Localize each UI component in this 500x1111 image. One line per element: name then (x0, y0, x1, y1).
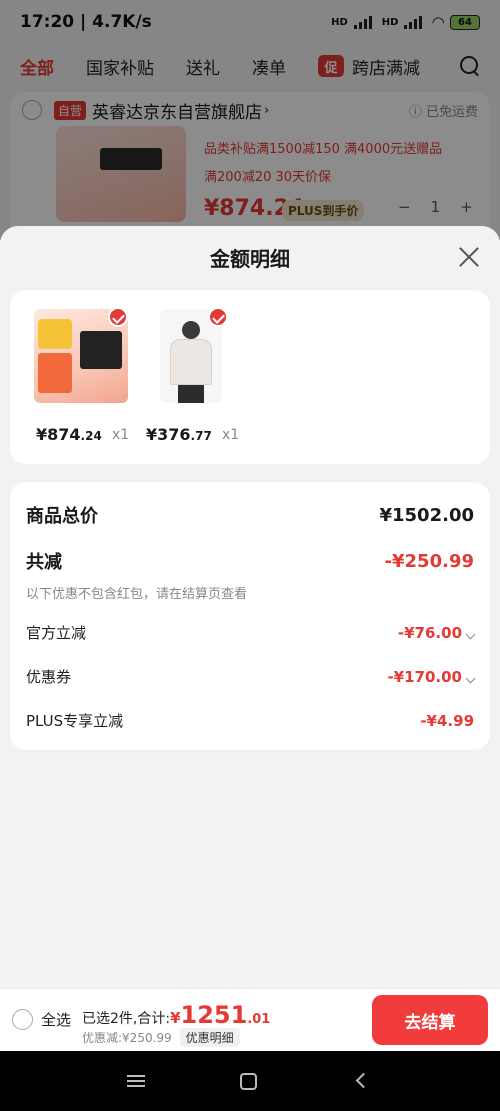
reduce-value: -¥250.99 (384, 550, 474, 572)
total-line: 已选2件,合计: ¥ 1251 .01 (82, 1001, 270, 1029)
dim-overlay[interactable] (0, 0, 500, 240)
sheet-title: 金额明细 (210, 247, 290, 271)
item-price: ¥874.24 (36, 425, 102, 444)
checkout-bar: 全选 已选2件,合计: ¥ 1251 .01 优惠减:¥250.99 优惠明细 … (0, 988, 500, 1051)
reduce-note: 以下优惠不包含红包，请在结算页查看 (26, 587, 248, 602)
coupon-row[interactable]: 优惠券 -¥170.00 (26, 666, 476, 687)
checkout-button[interactable]: 去结算 (372, 995, 488, 1045)
total-amount: 1251 (180, 1001, 248, 1029)
coupon-label: 优惠券 (26, 668, 72, 686)
discount-detail-button[interactable]: 优惠明细 (179, 1028, 240, 1047)
item-quantity: x1 (222, 427, 240, 443)
price-summary-card: 商品总价 ¥1502.00 共减 -¥250.99 以下优惠不包含红包，请在结算… (10, 482, 490, 750)
chevron-down-icon (465, 629, 476, 639)
check-icon (108, 307, 128, 327)
discount-line: 优惠减:¥250.99 优惠明细 (82, 1028, 240, 1047)
total-currency: ¥ (170, 1009, 181, 1027)
check-icon (208, 307, 228, 327)
total-label: 商品总价 (26, 506, 98, 527)
back-icon[interactable] (355, 1072, 372, 1089)
total-row: 商品总价 ¥1502.00 (26, 502, 474, 528)
official-discount-label: 官方立减 (26, 624, 87, 642)
official-discount-value: -¥76.00 (398, 624, 476, 642)
item-price: ¥376.77 (146, 425, 212, 444)
selected-items-card: ¥874.24 x1 ¥376.77 x1 (10, 290, 490, 464)
home-icon[interactable] (240, 1073, 257, 1090)
plus-discount-row: PLUS专享立减 -¥4.99 (26, 710, 474, 731)
discount-text: 优惠减:¥250.99 (82, 1031, 172, 1045)
plus-discount-label: PLUS专享立减 (26, 712, 124, 730)
close-icon[interactable] (458, 246, 480, 268)
select-all-label: 全选 (41, 1011, 72, 1029)
plus-discount-value: -¥4.99 (420, 711, 474, 730)
reduce-row: 共减 -¥250.99 (26, 548, 474, 574)
menu-icon[interactable] (127, 1075, 145, 1087)
coupon-value: -¥170.00 (387, 668, 476, 686)
amount-detail-sheet: 金额明细 ¥874.24 x1 ¥376.77 x1 商品总价 ¥1502.00… (0, 226, 500, 988)
system-navigation-bar (0, 1051, 500, 1111)
reduce-label: 共减 (26, 552, 62, 573)
select-all-radio[interactable] (12, 1009, 33, 1030)
selected-count-text: 已选2件,合计: (82, 1011, 171, 1027)
item-quantity: x1 (112, 427, 130, 443)
chevron-down-icon (465, 673, 476, 683)
official-discount-row[interactable]: 官方立减 -¥76.00 (26, 622, 476, 643)
total-value: ¥1502.00 (379, 504, 474, 526)
total-decimal: .01 (247, 1012, 271, 1027)
select-all-toggle[interactable]: 全选 (12, 1009, 71, 1030)
